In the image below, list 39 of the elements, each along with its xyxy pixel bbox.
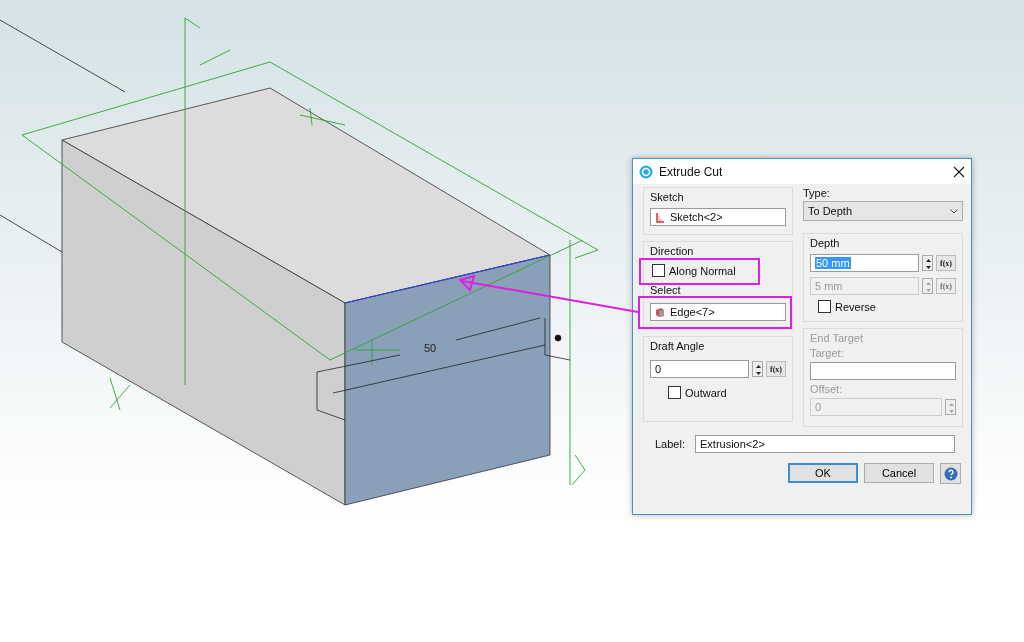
dimension-label: 50 [424,342,437,354]
formula-button[interactable]: f(x) [936,255,956,271]
checkbox-label: Reverse [835,300,876,313]
close-button[interactable] [953,165,965,178]
spin-arrows-icon [923,256,934,272]
type-label: Type: [803,187,831,199]
help-button[interactable] [940,463,961,484]
checkbox-label: Outward [685,386,727,399]
caret-icon [950,208,958,214]
target-label: Target: [810,347,845,359]
spin-arrows-icon [946,400,957,416]
checkbox[interactable] [652,264,665,277]
cube-icon [655,306,665,318]
group-heading: Depth [810,237,841,249]
text-field[interactable]: Extrusion<2> [695,435,955,453]
window-title: Extrude Cut [659,164,724,179]
sketch-icon [655,211,665,223]
group-heading: End Target [810,332,864,344]
checkbox[interactable] [668,386,681,399]
text-field[interactable]: Edge<7> [650,303,786,321]
group-heading: Sketch [650,191,685,203]
spin-arrows-icon [753,362,764,378]
checkbox[interactable] [818,300,831,313]
spin-arrows-icon [923,279,934,295]
dialog-button[interactable]: Cancel [864,463,934,483]
app-icon [639,164,653,179]
spin-button[interactable] [922,255,933,271]
checkbox-label: Along Normal [669,264,736,277]
offset-label: Offset: [810,383,844,395]
text-field[interactable]: 0 [650,360,749,378]
label-caption: Label: [655,438,685,450]
group-heading: Draft Angle [650,340,706,352]
type-dropdown[interactable]: To Depth [803,201,963,221]
dialog-button[interactable]: OK [788,463,858,483]
text-field[interactable]: Sketch<2> [650,208,786,226]
select-label: Select [650,284,682,296]
formula-button[interactable]: f(x) [766,361,786,377]
group-heading: Direction [650,245,695,257]
spin-button[interactable] [752,361,763,377]
